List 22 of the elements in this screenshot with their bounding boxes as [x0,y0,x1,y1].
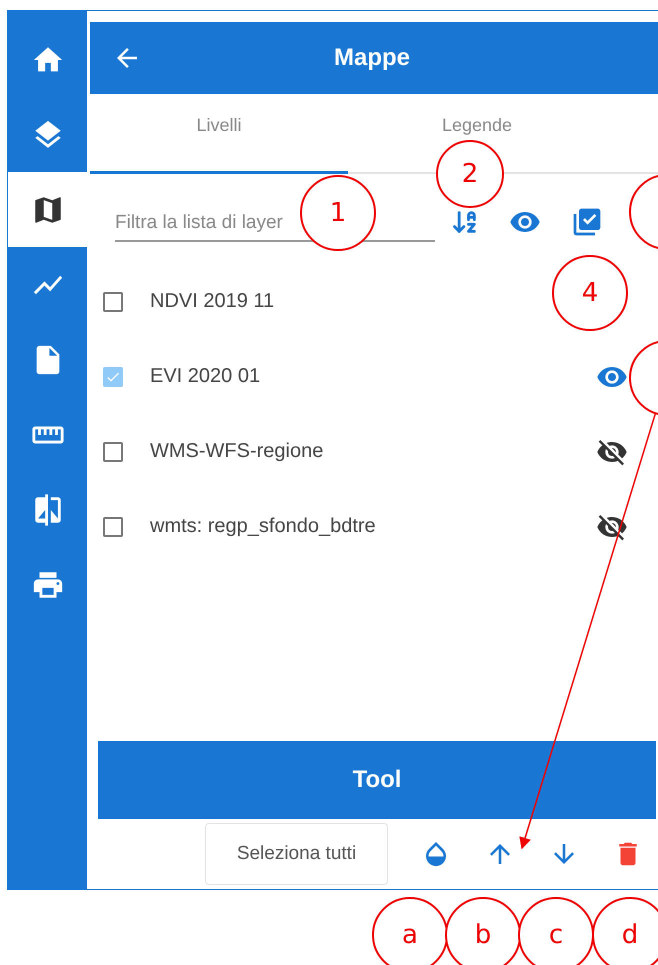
annotation-circle: 2 [436,140,504,208]
annotation-circle: a [372,897,448,965]
layer-name: NDVI 2019 11 [150,290,274,313]
header-title: Mappe [332,44,411,72]
annotation-circle: c [518,897,594,965]
layer-name: wmts: regp_sfondo_bdtre [150,515,376,538]
annotation-circle: b [445,897,521,965]
annotation-circle: 4 [552,255,628,331]
sidebar-item[interactable] [8,172,87,247]
select-layers-button[interactable] [571,206,603,238]
select-all-button[interactable]: Seleziona tutti [205,823,388,885]
layer-checkbox[interactable] [103,292,123,312]
layer-name: EVI 2020 01 [150,365,260,388]
layer-checkbox[interactable] [103,442,123,462]
check-stack-icon [571,206,603,238]
layer-checkbox[interactable] [103,366,123,386]
tab[interactable]: Livelli [90,94,348,174]
tool-button[interactable]: Tool [98,741,656,819]
layer-checkbox[interactable] [103,516,123,536]
annotation-circle: d [592,897,658,965]
layer-name: WMS-WFS-regione [150,440,324,463]
annotation-circle: 1 [300,175,376,251]
